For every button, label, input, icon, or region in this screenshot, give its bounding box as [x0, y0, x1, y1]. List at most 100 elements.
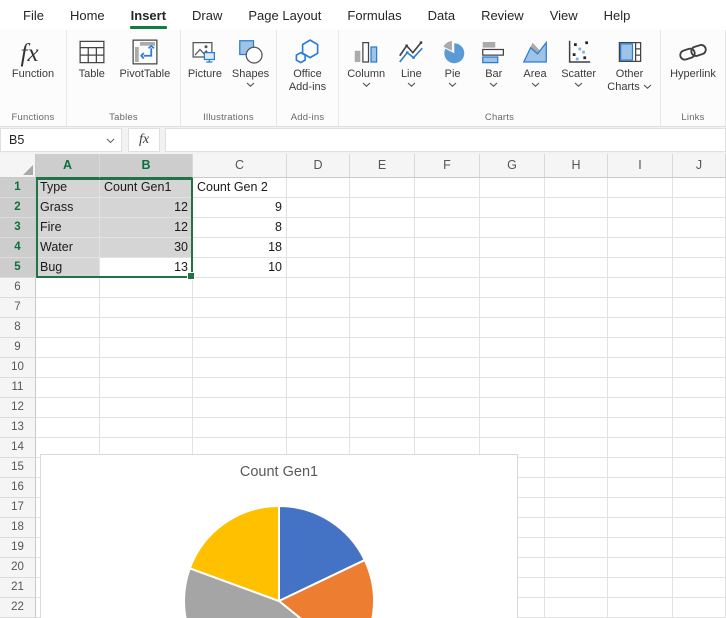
cell-C2[interactable]: 9 — [193, 198, 287, 218]
cell-E9[interactable] — [350, 338, 415, 358]
cell-H6[interactable] — [545, 278, 608, 298]
column-header-A[interactable]: A — [36, 154, 100, 178]
row-header-22[interactable]: 22 — [0, 598, 36, 618]
cell-H12[interactable] — [545, 398, 608, 418]
cell-D12[interactable] — [287, 398, 350, 418]
row-header-6[interactable]: 6 — [0, 278, 36, 298]
row-header-3[interactable]: 3 — [0, 218, 36, 238]
row-header-11[interactable]: 11 — [0, 378, 36, 398]
cell-J6[interactable] — [673, 278, 726, 298]
cell-E10[interactable] — [350, 358, 415, 378]
cell-F12[interactable] — [415, 398, 480, 418]
cell-G8[interactable] — [480, 318, 545, 338]
row-header-16[interactable]: 16 — [0, 478, 36, 498]
insert-function-button[interactable]: fx — [128, 128, 160, 152]
cell-E1[interactable] — [350, 178, 415, 198]
cell-F2[interactable] — [415, 198, 480, 218]
cell-I13[interactable] — [608, 418, 673, 438]
tab-data[interactable]: Data — [415, 0, 468, 30]
cell-B5[interactable]: 13 — [100, 258, 193, 278]
cell-E7[interactable] — [350, 298, 415, 318]
cell-H9[interactable] — [545, 338, 608, 358]
cell-F5[interactable] — [415, 258, 480, 278]
cell-F9[interactable] — [415, 338, 480, 358]
function-button[interactable]: fxFunction — [9, 35, 57, 82]
cell-I14[interactable] — [608, 438, 673, 458]
cell-E13[interactable] — [350, 418, 415, 438]
cell-I9[interactable] — [608, 338, 673, 358]
cell-J15[interactable] — [673, 458, 726, 478]
cell-F1[interactable] — [415, 178, 480, 198]
cell-F10[interactable] — [415, 358, 480, 378]
tab-view[interactable]: View — [537, 0, 591, 30]
cell-J2[interactable] — [673, 198, 726, 218]
cell-I17[interactable] — [608, 498, 673, 518]
row-header-21[interactable]: 21 — [0, 578, 36, 598]
cell-E8[interactable] — [350, 318, 415, 338]
cell-E4[interactable] — [350, 238, 415, 258]
cell-G11[interactable] — [480, 378, 545, 398]
cell-E3[interactable] — [350, 218, 415, 238]
cell-I11[interactable] — [608, 378, 673, 398]
cell-H18[interactable] — [545, 518, 608, 538]
cell-A7[interactable] — [36, 298, 100, 318]
row-header-4[interactable]: 4 — [0, 238, 36, 258]
cell-I1[interactable] — [608, 178, 673, 198]
formula-input[interactable] — [165, 128, 726, 152]
cell-H5[interactable] — [545, 258, 608, 278]
cell-B4[interactable]: 30 — [100, 238, 193, 258]
fill-handle[interactable] — [187, 272, 195, 280]
cell-I15[interactable] — [608, 458, 673, 478]
cell-D13[interactable] — [287, 418, 350, 438]
row-header-10[interactable]: 10 — [0, 358, 36, 378]
cell-G5[interactable] — [480, 258, 545, 278]
row-header-15[interactable]: 15 — [0, 458, 36, 478]
cell-C13[interactable] — [193, 418, 287, 438]
cell-J14[interactable] — [673, 438, 726, 458]
cell-B12[interactable] — [100, 398, 193, 418]
cell-G13[interactable] — [480, 418, 545, 438]
shapes-button[interactable]: Shapes — [229, 35, 272, 89]
cell-D1[interactable] — [287, 178, 350, 198]
tab-insert[interactable]: Insert — [118, 0, 179, 30]
column-header-F[interactable]: F — [415, 154, 480, 178]
row-header-14[interactable]: 14 — [0, 438, 36, 458]
cell-I12[interactable] — [608, 398, 673, 418]
row-header-1[interactable]: 1 — [0, 178, 36, 198]
cell-H4[interactable] — [545, 238, 608, 258]
cell-H17[interactable] — [545, 498, 608, 518]
office-add-ins-button[interactable]: OfficeAdd-ins — [286, 35, 329, 95]
cell-B9[interactable] — [100, 338, 193, 358]
cell-I21[interactable] — [608, 578, 673, 598]
cell-A4[interactable]: Water — [36, 238, 100, 258]
cell-D5[interactable] — [287, 258, 350, 278]
cell-J17[interactable] — [673, 498, 726, 518]
cell-A13[interactable] — [36, 418, 100, 438]
tab-home[interactable]: Home — [57, 0, 118, 30]
column-header-J[interactable]: J — [673, 154, 726, 178]
table-button[interactable]: Table — [74, 35, 110, 82]
cell-C8[interactable] — [193, 318, 287, 338]
cell-J18[interactable] — [673, 518, 726, 538]
cell-B8[interactable] — [100, 318, 193, 338]
cell-H11[interactable] — [545, 378, 608, 398]
cell-I5[interactable] — [608, 258, 673, 278]
cell-B1[interactable]: Count Gen1 — [100, 178, 193, 198]
cell-H1[interactable] — [545, 178, 608, 198]
column-header-D[interactable]: D — [287, 154, 350, 178]
cell-A8[interactable] — [36, 318, 100, 338]
cell-A2[interactable]: Grass — [36, 198, 100, 218]
select-all-corner[interactable] — [0, 154, 36, 178]
cell-D9[interactable] — [287, 338, 350, 358]
cell-J5[interactable] — [673, 258, 726, 278]
pie-chart-object[interactable]: Count Gen1 GrassFireWaterBug — [40, 454, 518, 618]
cell-H10[interactable] — [545, 358, 608, 378]
cell-D10[interactable] — [287, 358, 350, 378]
pie-button[interactable]: Pie — [435, 35, 471, 89]
cell-D3[interactable] — [287, 218, 350, 238]
cell-J19[interactable] — [673, 538, 726, 558]
cell-B13[interactable] — [100, 418, 193, 438]
cell-J20[interactable] — [673, 558, 726, 578]
cell-J1[interactable] — [673, 178, 726, 198]
tab-page-layout[interactable]: Page Layout — [235, 0, 334, 30]
